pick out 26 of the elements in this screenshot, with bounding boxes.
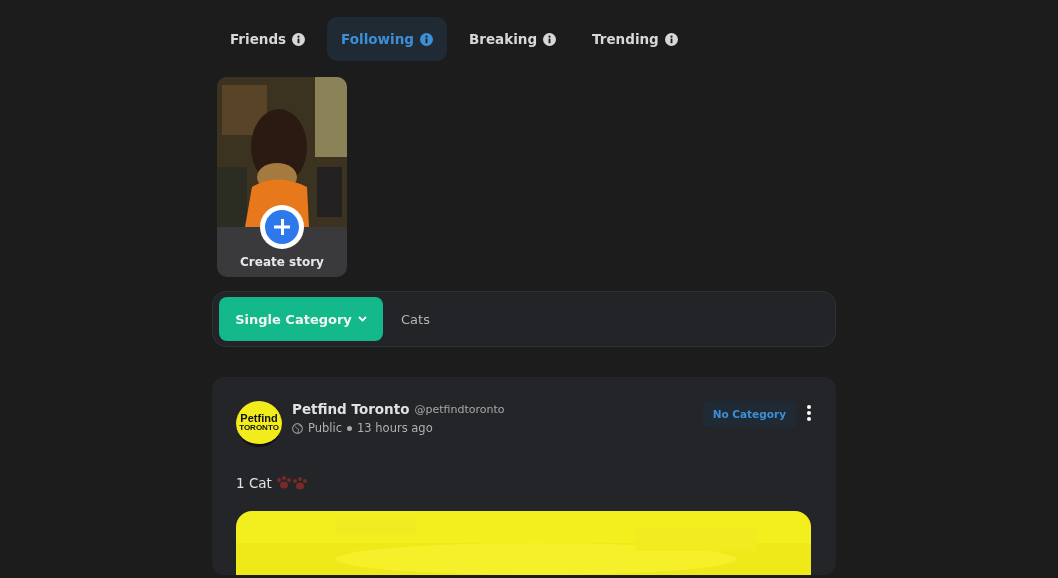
author-name[interactable]: Petfind Toronto bbox=[292, 401, 410, 417]
post-text: 1 Cat bbox=[236, 475, 272, 491]
info-icon bbox=[292, 32, 306, 46]
info-icon bbox=[664, 32, 678, 46]
more-options-icon[interactable] bbox=[806, 404, 812, 422]
feed-tab[interactable]: Breaking bbox=[454, 17, 571, 61]
category-tag[interactable]: No Category bbox=[702, 401, 796, 427]
post-time: 13 hours ago bbox=[357, 421, 433, 435]
dot-icon bbox=[347, 425, 353, 431]
info-icon bbox=[543, 32, 557, 46]
paw-prints-icon bbox=[275, 475, 308, 491]
create-story-label: Create story bbox=[239, 255, 325, 269]
add-icon[interactable] bbox=[260, 205, 304, 249]
feed-tab[interactable]: Friends bbox=[216, 17, 320, 61]
author-handle: @petfindtoronto bbox=[414, 402, 505, 416]
create-story-card[interactable]: Create story bbox=[217, 77, 347, 277]
info-icon bbox=[419, 32, 433, 46]
feed-tab[interactable]: Following bbox=[327, 17, 447, 61]
visibility-label: Public bbox=[308, 421, 343, 435]
author-avatar[interactable]: Petfind TORONTO bbox=[236, 401, 282, 447]
chevron-down-icon bbox=[357, 316, 367, 322]
logo-text: Petfind bbox=[240, 412, 278, 425]
category-value[interactable]: Cats bbox=[401, 311, 430, 327]
globe-icon bbox=[292, 422, 303, 434]
feed-tab[interactable]: Trending bbox=[578, 17, 692, 61]
logo-text: TORONTO bbox=[239, 424, 279, 433]
